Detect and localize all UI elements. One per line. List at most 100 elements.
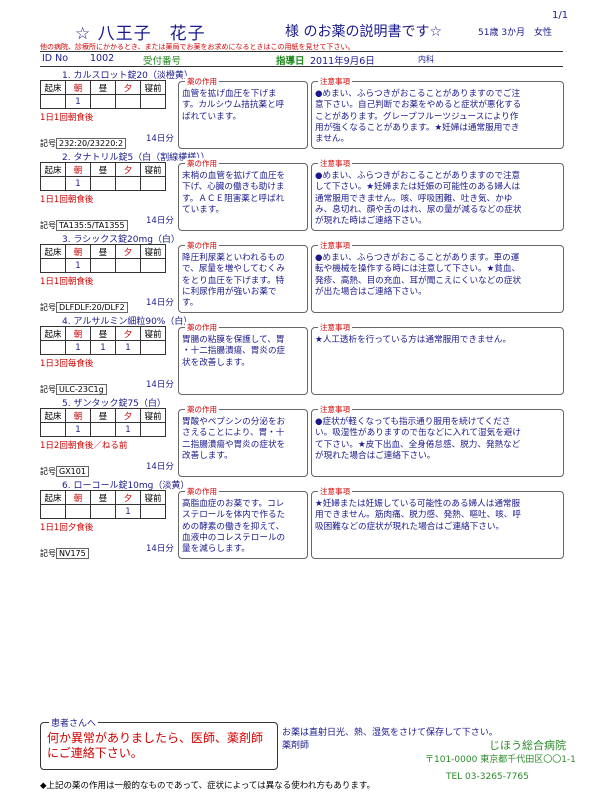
code-label: 記号 [40,467,56,476]
schedule-amount: 1 [115,422,141,437]
schedule-amount [140,422,166,437]
schedule-amount [40,340,66,355]
schedule-amount [90,422,116,437]
id-bar: ID No 1002 受付番号 指導日 2011年9月6日 内科 [40,51,563,67]
caution-box: 注意事項 ●めまい、ふらつきがおこることがありますので注意 して下さい。★妊婦または… [311,158,564,231]
drug-code: GX101 [56,466,89,477]
code-label: 記号 [40,303,56,312]
caution-line: 用が強くなることがあります。★妊婦は通常服用でき [315,122,520,133]
effect-line: す。ＡＣＥ阻害薬と呼ばれ [182,193,285,204]
effect-line: す。カルシウム拮抗薬と呼 [182,100,285,111]
code-label: 記号 [40,549,56,558]
drug-entry: 6. ローコール錠10mg（淡黄） 起床朝昼夕寝前 1 1日1回夕食後 記号 NV175 1… [0,478,601,560]
schedule-amount: 1 [65,422,91,437]
caution-line: 通常服用できません。咳、呼吸困難、吐き気、かゆ [315,193,513,204]
drug-code-row: 記号 DLFDLF:20/DLF2 [40,295,128,314]
caution-label: 注意事項 [318,76,352,87]
days-supply: 14日分 [146,380,174,390]
effect-box: 薬の作用 降圧利尿薬といわれるもの で、尿量を増やしてむくみ をとり血圧を下げます。特… [178,240,308,313]
schedule-amount: 1 [65,258,91,273]
schedule-header: 起床 [40,80,66,95]
schedule-header: 夕 [115,244,141,259]
storage-note: お薬は直射日光、熱、湿気をさけて保存して下さい。 [282,728,498,738]
dose-schedule-table: 起床朝昼夕寝前 1 1 [40,408,166,437]
effect-label: 薬の作用 [185,486,219,497]
dosage-instruction: 1日3回毎食後 [40,359,94,369]
days-supply: 14日分 [146,134,174,144]
page-number: 1/1 [552,10,569,21]
effect-label: 薬の作用 [185,322,219,333]
dosage-instruction: 1日2回朝食後／ねる前 [40,441,128,451]
dosage-instruction: 1日1回朝食後 [40,195,94,205]
caution-label: 注意事項 [318,158,352,169]
schedule-amount [140,340,166,355]
document-title: 様 のお薬の説明書です☆ [285,24,443,40]
patient-message: 何か異常がありましたら、医師、薬剤師 にご連絡下さい。 [47,731,263,761]
drug-entry: 5. ザンタック錠75（白） 起床朝昼夕寝前 1 1 1日2回朝食後／ねる前 記号 GX10… [0,396,601,478]
schedule-header: 朝 [65,408,91,423]
effect-line: ステロールを体内で作るた [182,510,286,521]
schedule-amount [90,504,116,519]
schedule-header: 昼 [90,490,116,505]
effect-line: 胃酸やペプシンの分泌をお [182,417,286,427]
caution-line: ★人工透析を行っている方は通常服用できません。 [315,335,512,345]
schedule-amount [115,258,141,273]
drug-code-row: 記号 GX101 [40,459,89,478]
schedule-header: 夕 [115,326,141,341]
effect-line: ・十二指腸潰瘍、胃炎の症 [182,346,286,357]
schedule-amount [140,176,166,191]
caution-line: み、息切れ、顔や舌のはれ、尿の量が減るなどの症状 [315,204,522,215]
effect-label: 薬の作用 [185,158,219,169]
department: 内科 [418,55,434,64]
effect-box: 薬の作用 末梢の血管を拡げて血圧を 下げ、心臓の働きも助けま す。ＡＣＥ阻害薬と呼ばれ… [178,158,308,231]
schedule-header: 昼 [90,408,116,423]
effect-line: 量を減らします。 [182,544,250,555]
patient-message-label: 患者さんへ [49,716,99,729]
drug-entry: 4. アルサルミン細粒90%（白） 起床朝昼夕寝前 1 1 1 1日3回毎食後 記号 ULC-… [0,314,601,396]
caution-text: ●症状が軽くなっても指示通り服用を続けてくださ い。吸湿性がありますので缶などに入… [315,417,521,462]
guidance-date: 2011年9月6日 [310,56,375,67]
schedule-header: 夕 [115,80,141,95]
schedule-header: 昼 [90,80,116,95]
dose-schedule-table: 起床朝昼夕寝前 1 [40,490,166,519]
caution-text: ★人工透析を行っている方は通常服用できません。 [315,335,511,346]
patient-name: ☆ 八王子 花子 [75,24,206,44]
caution-line: 用できません。筋肉痛、脱力感、発熱、嘔吐、咳、呼 [315,510,521,521]
effect-text: 降圧利尿薬といわれるもの で、尿量を増やしてむくみ をとり血圧を下げます。特 に利尿作… [182,253,285,309]
caution-line: 転や機械を操作する時には注意して下さい。★貧血、 [315,264,521,275]
schedule-header: 寝前 [140,244,166,259]
schedule-header: 起床 [40,326,66,341]
caution-line: ●症状が軽くなっても指示通り服用を続けてくださ [315,417,511,427]
caution-line: が出た場合はご連絡下さい。 [315,286,427,297]
effect-line: 胃腸の粘膜を保護して、胃 [182,335,285,345]
schedule-header: 昼 [90,326,116,341]
effect-box: 薬の作用 血管を拡げ血圧を下げま す。カルシウム拮抗薬と呼 ばれています。 [178,76,308,149]
schedule-amount [40,258,66,273]
schedule-amount: 1 [65,94,91,109]
caution-line: が現れた時はご連絡下さい。 [315,216,427,227]
caution-line: ★妊婦または妊娠している可能性のある婦人は通常服 [315,499,521,509]
effect-label: 薬の作用 [185,404,219,415]
drug-entry: 1. カルスロット錠20（淡橙黄） 起床朝昼夕寝前 1 1日1回朝食後 記号 232:20… [0,68,601,150]
effect-line: 血管を拡げ血圧を下げま [182,89,277,99]
effect-line: 高脂血症のお薬です。コレ [182,499,285,509]
caution-label: 注意事項 [318,486,352,497]
dosage-instruction: 1日1回朝食後 [40,113,94,123]
caution-line: ●めまい、ふらつきがおこることがあります。車の運 [315,253,520,263]
schedule-header: 寝前 [140,490,166,505]
code-label: 記号 [40,221,56,230]
drug-code-row: 記号 TA135:5/TA1355 [40,213,128,232]
schedule-header: 朝 [65,490,91,505]
drug-entry: 2. タナトリル錠5（白（割線横様）） 起床朝昼夕寝前 1 1日1回朝食後 記号 TA13… [0,150,601,232]
effect-line: をとり血圧を下げます。特 [182,275,285,286]
drug-code-row: 記号 NV175 [40,541,89,560]
code-label: 記号 [40,385,56,394]
caution-box: 注意事項 ●めまい、ふらつきがおこることがあります。車の運 転や機械を操作する時には… [311,240,564,313]
days-supply: 14日分 [146,462,174,472]
effect-line: 末梢の血管を拡げて血圧を [182,171,286,181]
schedule-header: 寝前 [140,326,166,341]
caution-text: ●めまい、ふらつきがおこることがありますのでご注 意下さい。自己判断でお薬をやめる… [315,89,521,145]
schedule-amount: 1 [115,340,141,355]
schedule-header: 昼 [90,162,116,177]
schedule-amount [90,94,116,109]
